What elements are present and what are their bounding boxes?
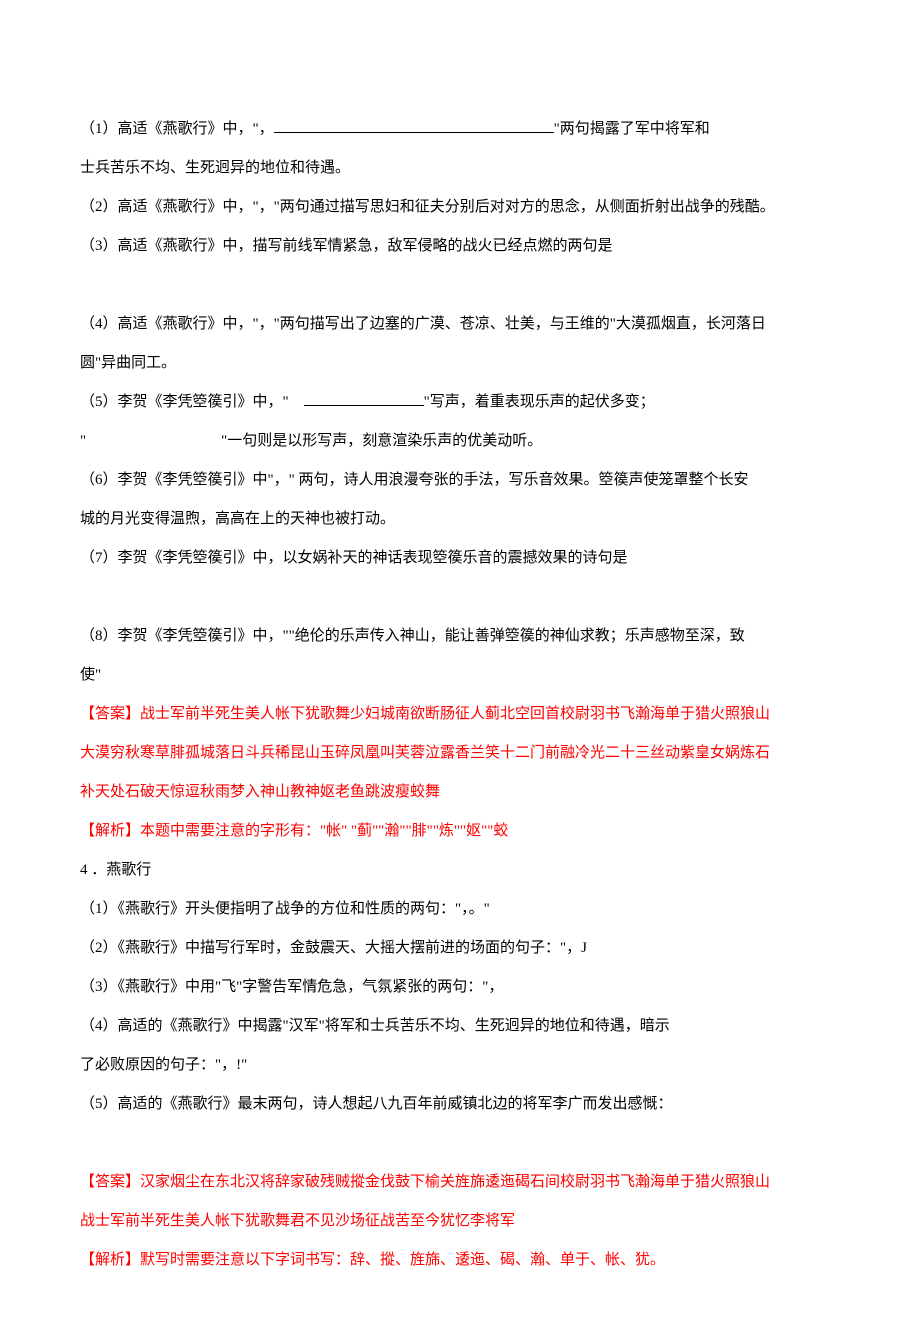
document-content: （1）高适《燕歌行》中，"， "两句揭露了军中将军和士兵苦乐不均、生死迥异的地位和…: [80, 110, 840, 1280]
text-line: （5）李贺《李凭箜篌引》中，" "写声，着重表现乐声的起伏多变；: [80, 383, 840, 422]
text-line: " "一句则是以形写声，刻意渲染乐声的优美动听。: [80, 422, 840, 461]
text-line: （5）高适的《燕歌行》最末两句，诗人想起八九百年前威镇北边的将军李广而发出感慨：: [80, 1085, 840, 1124]
text-line: [80, 1124, 840, 1163]
text-line: 【答案】汉家烟尘在东北汉将辞家破残贼摐金伐鼓下榆关旌旆逶迤碣石间校尉羽书飞瀚海单…: [80, 1163, 840, 1202]
fill-blank: [274, 118, 554, 133]
text-line: （1）《燕歌行》开头便指明了战争的方位和性质的两句："，。": [80, 890, 840, 929]
text-line: [80, 266, 840, 305]
text-line: （6）李贺《李凭箜篌引》中"，" 两句，诗人用浪漫夸张的手法，写乐音效果。箜篌声…: [80, 461, 840, 500]
fill-blank: [304, 391, 424, 406]
text-segment: "写声，着重表现乐声的起伏多变；: [424, 394, 655, 410]
text-line: 【答案】战士军前半死生美人帐下犹歌舞少妇城南欲断肠征人蓟北空回首校尉羽书飞瀚海单…: [80, 695, 840, 734]
text-line: （2）高适《燕歌行》中，"，"两句通过描写思妇和征夫分别后对对方的思念，从侧面折…: [80, 188, 840, 227]
text-line: 战士军前半死生美人帐下犹歌舞君不见沙场征战苦至今犹忆李将军: [80, 1202, 840, 1241]
text-line: （3）《燕歌行》中用"飞"字警告军情危急，气氛紧张的两句："，: [80, 968, 840, 1007]
text-line: 使": [80, 656, 840, 695]
text-line: 【解析】本题中需要注意的字形有："帐" "蓟""瀚""腓""炼""妪""蛟: [80, 812, 840, 851]
text-line: 补天处石破天惊逗秋雨梦入神山教神妪老鱼跳波瘦蛟舞: [80, 773, 840, 812]
text-line: 大漠穷秋寒草腓孤城落日斗兵稀昆山玉碎凤凰叫芙蓉泣露香兰笑十二门前融冷光二十三丝动…: [80, 734, 840, 773]
text-line: 士兵苦乐不均、生死迥异的地位和待遇。: [80, 149, 840, 188]
text-line: [80, 578, 840, 617]
text-line: （1）高适《燕歌行》中，"， "两句揭露了军中将军和: [80, 110, 840, 149]
text-segment: （5）李贺《李凭箜篌引》中，": [80, 394, 304, 410]
text-line: （4）高适《燕歌行》中，"，"两句描写出了边塞的广漠、苍凉、壮美，与王维的"大漠…: [80, 305, 840, 344]
text-line: 了必败原因的句子："，!": [80, 1046, 840, 1085]
text-line: （2）《燕歌行》中描写行军时，金鼓震天、大摇大摆前进的场面的句子："，J: [80, 929, 840, 968]
text-line: （8）李贺《李凭箜篌引》中，""绝伦的乐声传入神山，能让善弹箜篌的神仙求教；乐声…: [80, 617, 840, 656]
text-segment: "两句揭露了军中将军和: [554, 121, 710, 137]
text-line: （4）高适的《燕歌行》中揭露"汉军"将军和士兵苦乐不均、生死迥异的地位和待遇，暗…: [80, 1007, 840, 1046]
text-line: 4 ．燕歌行: [80, 851, 840, 890]
text-line: 圆"异曲同工。: [80, 344, 840, 383]
text-line: 【解析】默写时需要注意以下字词书写：辞、摐、旌旆、逶迤、碣、瀚、单于、帐、犹。: [80, 1241, 840, 1280]
text-line: （7）李贺《李凭箜篌引》中，以女娲补天的神话表现箜篌乐音的震撼效果的诗句是: [80, 539, 840, 578]
text-line: （3）高适《燕歌行》中，描写前线军情紧急，敌军侵略的战火已经点燃的两句是: [80, 227, 840, 266]
text-segment: （1）高适《燕歌行》中，"，: [80, 121, 274, 137]
text-line: 城的月光变得温煦，高高在上的天神也被打动。: [80, 500, 840, 539]
